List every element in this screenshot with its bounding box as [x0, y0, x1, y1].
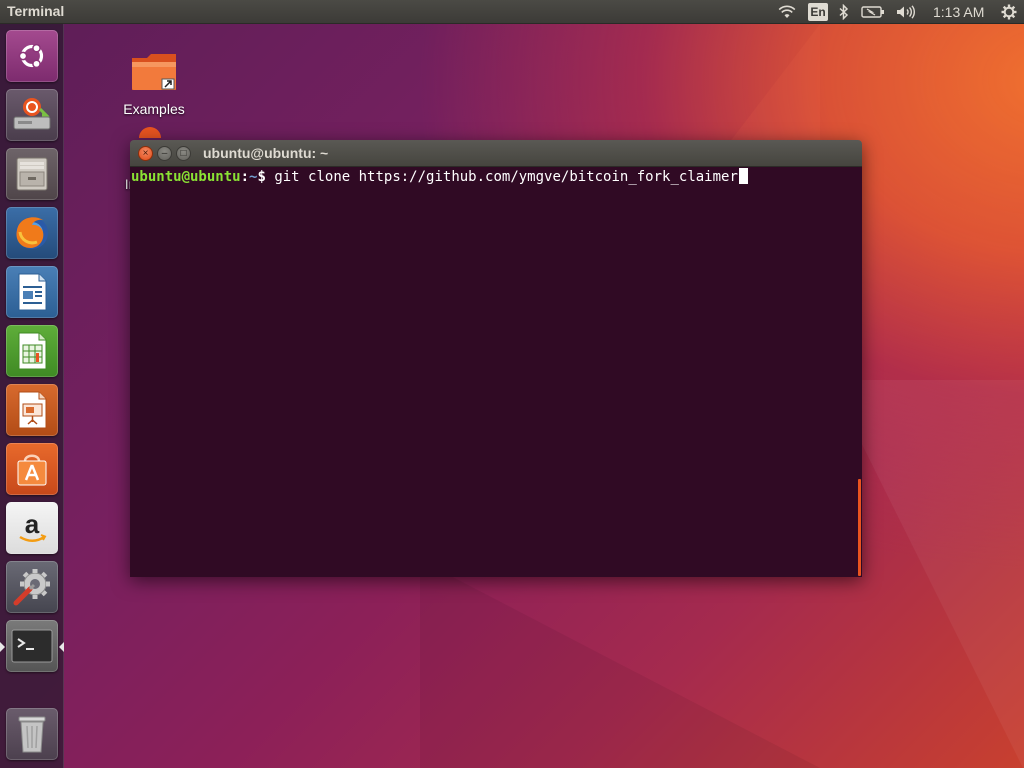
clock[interactable]: 1:13 AM [933, 4, 984, 20]
launcher: a [0, 24, 64, 768]
volume-icon[interactable] [894, 0, 918, 24]
files-icon[interactable] [6, 148, 58, 200]
terminal-command-line[interactable]: ubuntu@ubuntu:~$ git clone https://githu… [131, 168, 748, 186]
launcher-active-indicator [0, 642, 5, 652]
prompt-user: ubuntu@ubuntu [131, 169, 241, 185]
terminal-output[interactable]: ubuntu@ubuntu:~$ git clone https://githu… [130, 167, 862, 577]
svg-text:a: a [25, 509, 40, 539]
ubuntu-dash-icon[interactable] [6, 30, 58, 82]
amazon-icon[interactable]: a [6, 502, 58, 554]
close-button[interactable]: × [138, 146, 153, 161]
minimize-button[interactable]: – [157, 146, 172, 161]
folder-icon [132, 54, 176, 90]
terminal-titlebar[interactable]: × – □ ubuntu@ubuntu: ~ [130, 140, 862, 167]
prompt-dollar: $ [257, 169, 275, 185]
command-text[interactable]: git clone https://github.com/ymgve/bitco… [274, 169, 738, 185]
launcher-focus-indicator [59, 642, 64, 652]
ubuntu-software-icon[interactable] [6, 443, 58, 495]
trash-icon[interactable] [6, 708, 58, 760]
system-settings-icon[interactable] [6, 561, 58, 613]
wifi-icon[interactable] [776, 0, 798, 24]
wallpaper-shard [420, 560, 820, 768]
desktop-icon-label: Examples [123, 101, 185, 117]
terminal-scrollbar[interactable] [858, 479, 861, 576]
text-cursor [738, 168, 748, 184]
firefox-icon[interactable] [6, 207, 58, 259]
libreoffice-impress-icon[interactable] [6, 384, 58, 436]
settings-gear-icon[interactable] [998, 0, 1020, 24]
libreoffice-writer-icon[interactable] [6, 266, 58, 318]
window-title: ubuntu@ubuntu: ~ [203, 145, 329, 161]
bluetooth-icon[interactable] [836, 0, 852, 24]
libreoffice-calc-icon[interactable] [6, 325, 58, 377]
desktop-examples-folder[interactable]: Examples [114, 50, 194, 117]
maximize-button[interactable]: □ [176, 146, 191, 161]
terminal-icon[interactable] [6, 620, 58, 672]
install-ubuntu-icon[interactable] [6, 89, 58, 141]
terminal-window[interactable]: × – □ ubuntu@ubuntu: ~ ubuntu@ubuntu:~$ … [130, 140, 862, 577]
prompt-separator: : [240, 169, 250, 185]
install-ubuntu-icon [139, 127, 161, 138]
keyboard-language-indicator[interactable]: En [808, 3, 828, 21]
top-panel: Terminal En 1:13 AM [0, 0, 1024, 24]
battery-icon[interactable] [860, 0, 886, 24]
panel-app-title: Terminal [7, 3, 65, 19]
